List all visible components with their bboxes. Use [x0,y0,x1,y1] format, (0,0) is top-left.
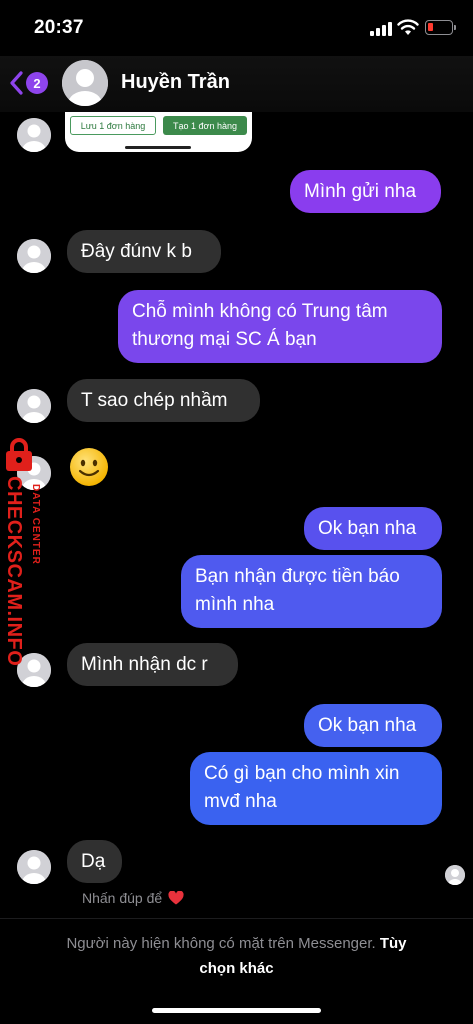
message-line: thương mại SC Á bạn [132,329,317,350]
reaction-hint: Nhấn đúp để [82,890,184,906]
back-button[interactable]: 2 [8,68,56,98]
message-line: mình nha [195,594,275,615]
message-text: Dạ [81,850,106,872]
message-line: Chỗ mình không có Trung tâm [132,301,388,322]
chat-header: 2 Huyền Trần [0,56,473,112]
message-text: Bạn nhận được tiền báo mình nha [195,563,400,619]
sender-avatar[interactable] [17,389,51,423]
status-bar: 20:37 [0,0,473,56]
home-indicator[interactable] [152,1008,321,1013]
status-time: 20:37 [34,17,84,38]
watermark-main-text: CHECKSCAM.INFO [3,476,25,667]
message-line: Bạn nhận được tiền báo [195,566,400,587]
wifi-icon [397,19,419,35]
contact-avatar[interactable] [62,60,108,106]
watermark: CHECKSCAM.INFO DATA CENTER [2,436,48,666]
heart-icon [168,891,184,905]
thumb-home-bar [125,146,191,149]
watermark-sub-text: DATA CENTER [30,484,41,565]
message-line: mvđ nha [204,791,277,812]
footer-notice: Người này hiện không có mặt trên Messeng… [30,931,443,981]
message-bubble-in[interactable]: Dạ [67,840,122,883]
message-bubble-out[interactable]: Ok bạn nha [304,507,442,550]
reaction-hint-text: Nhấn đúp để [82,890,163,906]
message-bubble-out[interactable]: Chỗ mình không có Trung tâm thương mại SC… [118,290,442,363]
slightly-smiling-face-icon[interactable] [68,446,110,488]
message-bubble-out[interactable]: Mình gửi nha [290,170,441,213]
message-text: Đây đúnv k b [81,240,192,262]
message-text: Mình gửi nha [304,180,417,202]
message-text: T sao chép nhầm [81,389,228,411]
unread-badge: 2 [26,72,48,94]
message-text: Chỗ mình không có Trung tâm thương mại SC… [132,298,388,354]
more-options-link-line2[interactable]: chọn khác [199,960,273,977]
sender-avatar[interactable] [17,850,51,884]
message-bubble-out[interactable]: Bạn nhận được tiền báo mình nha [181,555,442,628]
seen-indicator-avatar [445,865,465,885]
message-bubble-out[interactable]: Có gì bạn cho mình xin mvđ nha [190,752,442,825]
signal-icon [370,22,392,36]
lock-icon [6,438,32,471]
message-text: Ok bạn nha [318,714,417,736]
more-options-link[interactable]: Tùy [380,935,407,952]
battery-icon [425,20,456,35]
footer-notice-text: Người này hiện không có mặt trên Messeng… [66,935,376,952]
message-text: Có gì bạn cho mình xin mvđ nha [204,760,399,816]
message-bubble-in[interactable]: Đây đúnv k b [67,230,221,273]
message-bubble-out[interactable]: Ok bạn nha [304,704,442,747]
message-line: Có gì bạn cho mình xin [204,763,400,784]
thumb-create-order-button: Tạo 1 đơn hàng [163,116,247,135]
chevron-left-icon [10,71,23,95]
image-attachment[interactable]: Lưu 1 đơn hàng Tạo 1 đơn hàng [65,112,252,152]
message-bubble-in[interactable]: T sao chép nhầm [67,379,260,422]
sender-avatar[interactable] [17,118,51,152]
contact-name[interactable]: Huyền Trần [121,71,230,94]
thumb-save-order-button: Lưu 1 đơn hàng [70,116,156,135]
message-bubble-in[interactable]: Mình nhận dc r [67,643,238,686]
message-text: Ok bạn nha [318,517,417,539]
sender-avatar[interactable] [17,239,51,273]
message-text: Mình nhận dc r [81,653,208,675]
